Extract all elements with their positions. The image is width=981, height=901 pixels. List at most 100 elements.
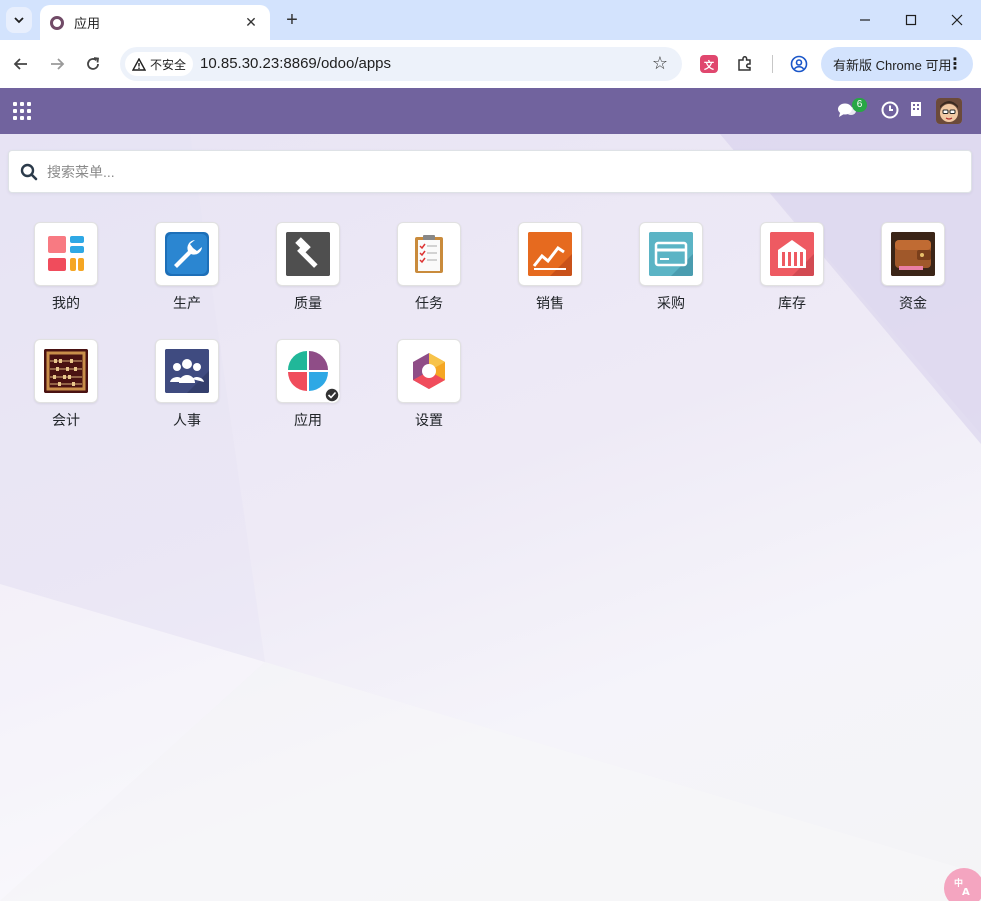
translate-icon: 中A xyxy=(954,877,970,898)
close-window-button[interactable] xyxy=(942,8,972,32)
app-label: 设置 xyxy=(415,412,443,428)
app-tile[interactable] xyxy=(760,222,824,286)
app-accounting[interactable]: 会计 xyxy=(16,339,116,430)
reload-button[interactable] xyxy=(81,52,105,76)
wrench-icon xyxy=(165,232,209,276)
dashboard-icon xyxy=(44,232,88,276)
kebab-menu-icon[interactable]: ⋮ xyxy=(947,54,963,74)
warning-icon xyxy=(132,57,146,71)
app-sales[interactable]: 销售 xyxy=(500,222,600,313)
arrow-right-icon xyxy=(51,58,65,70)
browser-tab-active[interactable]: 应用 ✕ xyxy=(40,5,270,40)
app-tile[interactable] xyxy=(155,339,219,403)
app-quality[interactable]: 质量 xyxy=(258,222,358,313)
wallet-icon xyxy=(891,232,935,276)
translate-float-button[interactable]: 中A xyxy=(944,868,981,901)
app-tile[interactable] xyxy=(276,339,340,403)
app-tile[interactable] xyxy=(639,222,703,286)
people-icon xyxy=(165,349,209,393)
app-hr[interactable]: 人事 xyxy=(137,339,237,430)
app-inventory[interactable]: 库存 xyxy=(742,222,842,313)
app-tile[interactable] xyxy=(276,222,340,286)
translate-extension-button[interactable]: 文 xyxy=(699,54,719,74)
company-building-icon[interactable] xyxy=(909,101,923,122)
profile-icon xyxy=(790,55,808,73)
clipboard-icon xyxy=(407,232,451,276)
tab-search-button[interactable] xyxy=(6,7,32,33)
toolbar-divider xyxy=(772,55,773,73)
translate-extension-icon: 文 xyxy=(700,55,718,73)
building-icon xyxy=(911,102,921,116)
app-label: 采购 xyxy=(657,295,685,311)
svg-text:A: A xyxy=(962,887,970,896)
close-icon xyxy=(951,14,963,26)
forward-button[interactable] xyxy=(45,52,69,76)
app-label: 库存 xyxy=(778,295,806,311)
app-tile[interactable] xyxy=(155,222,219,286)
apps-menu-icon[interactable] xyxy=(13,102,31,120)
app-label: 任务 xyxy=(415,295,443,311)
settings-hexagon-icon xyxy=(407,349,451,393)
app-label: 人事 xyxy=(173,412,201,428)
extensions-button[interactable] xyxy=(735,54,755,74)
browser-tabstrip: 应用 ✕ + xyxy=(0,0,981,40)
app-tile[interactable] xyxy=(397,222,461,286)
app-tile[interactable] xyxy=(34,339,98,403)
app-tile[interactable] xyxy=(518,222,582,286)
chevron-down-icon xyxy=(14,17,24,24)
credit-card-icon xyxy=(649,232,693,276)
app-manufacturing[interactable]: 生产 xyxy=(137,222,237,313)
update-label: 有新版 Chrome 可用 xyxy=(833,57,952,73)
app-label: 我的 xyxy=(52,295,80,311)
maximize-button[interactable] xyxy=(896,8,926,32)
minimize-icon xyxy=(860,19,870,21)
app-tile[interactable] xyxy=(34,222,98,286)
activity-clock-icon[interactable] xyxy=(881,101,899,124)
app-label: 应用 xyxy=(294,412,322,428)
app-label: 生产 xyxy=(173,295,201,311)
chat-count-badge: 6 xyxy=(852,98,867,112)
warehouse-icon xyxy=(770,232,814,276)
app-label: 会计 xyxy=(52,412,80,428)
maximize-icon xyxy=(905,14,917,26)
odoo-favicon-icon xyxy=(50,15,64,30)
bookmark-star-icon[interactable]: ☆ xyxy=(652,53,668,74)
puzzle-icon xyxy=(738,55,751,71)
menu-search-input[interactable] xyxy=(47,151,947,192)
address-bar[interactable]: 不安全 10.85.30.23:8869/odoo/apps ☆ xyxy=(120,47,682,81)
tab-close-icon[interactable]: ✕ xyxy=(242,14,260,31)
reload-icon xyxy=(87,57,100,70)
app-label: 资金 xyxy=(899,295,927,311)
menu-search-bar[interactable] xyxy=(8,150,972,193)
trend-chart-icon xyxy=(528,232,572,276)
odoo-navbar xyxy=(0,88,981,134)
abacus-icon xyxy=(44,349,88,393)
app-settings[interactable]: 设置 xyxy=(379,339,479,430)
user-avatar[interactable] xyxy=(936,98,962,124)
security-label: 不安全 xyxy=(150,57,187,72)
security-chip[interactable]: 不安全 xyxy=(125,52,194,76)
app-tile[interactable] xyxy=(397,339,461,403)
avatar-face-icon xyxy=(936,98,962,124)
back-button[interactable] xyxy=(9,52,33,76)
app-tile[interactable] xyxy=(881,222,945,286)
browser-toolbar: 不安全 10.85.30.23:8869/odoo/apps ☆ 文 有新版 C… xyxy=(0,40,981,88)
app-my-dashboard[interactable]: 我的 xyxy=(16,222,116,313)
app-funds[interactable]: 资金 xyxy=(863,222,963,313)
chrome-update-button[interactable]: 有新版 Chrome 可用 ⋮ xyxy=(821,47,973,81)
installed-check-icon xyxy=(324,387,340,403)
app-apps[interactable]: 应用 xyxy=(258,339,358,430)
arrow-left-icon xyxy=(13,58,27,70)
minimize-button[interactable] xyxy=(850,8,880,32)
app-tasks[interactable]: 任务 xyxy=(379,222,479,313)
url-text[interactable]: 10.85.30.23:8869/odoo/apps xyxy=(200,55,391,72)
tab-title: 应用 xyxy=(74,16,101,31)
clock-icon xyxy=(881,101,899,119)
hammer-icon xyxy=(286,232,330,276)
app-label: 销售 xyxy=(536,295,564,311)
app-label: 质量 xyxy=(294,295,322,311)
profile-button[interactable] xyxy=(789,54,809,74)
app-home-menu: 我的 生产 质量 任务 销售 xyxy=(0,134,981,901)
new-tab-button[interactable]: + xyxy=(280,8,304,32)
app-purchase[interactable]: 采购 xyxy=(621,222,721,313)
